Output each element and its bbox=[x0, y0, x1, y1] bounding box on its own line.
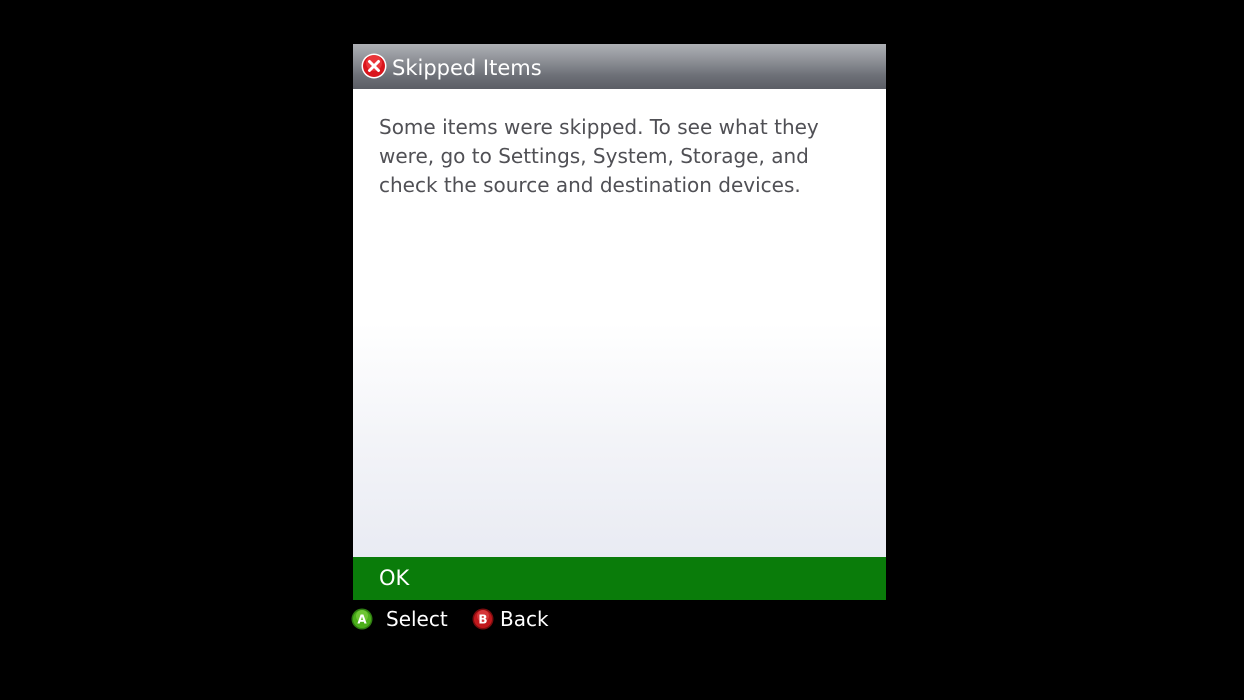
a-button-icon: A bbox=[351, 608, 373, 630]
ok-button-label: OK bbox=[379, 566, 410, 590]
svg-text:A: A bbox=[357, 613, 367, 627]
svg-text:B: B bbox=[478, 613, 487, 627]
dialog-body: Some items were skipped. To see what the… bbox=[353, 89, 886, 557]
skipped-items-dialog: Skipped Items Some items were skipped. T… bbox=[353, 44, 886, 600]
ok-button[interactable]: OK bbox=[353, 557, 886, 600]
select-hint-label: Select bbox=[386, 607, 448, 631]
dialog-message: Some items were skipped. To see what the… bbox=[379, 115, 819, 197]
back-hint-label: Back bbox=[500, 607, 549, 631]
screen: Skipped Items Some items were skipped. T… bbox=[0, 0, 1244, 700]
b-button-icon: B bbox=[472, 608, 494, 630]
error-x-icon bbox=[361, 53, 387, 79]
dialog-title-bar: Skipped Items bbox=[353, 44, 886, 89]
dialog-title: Skipped Items bbox=[392, 56, 542, 80]
